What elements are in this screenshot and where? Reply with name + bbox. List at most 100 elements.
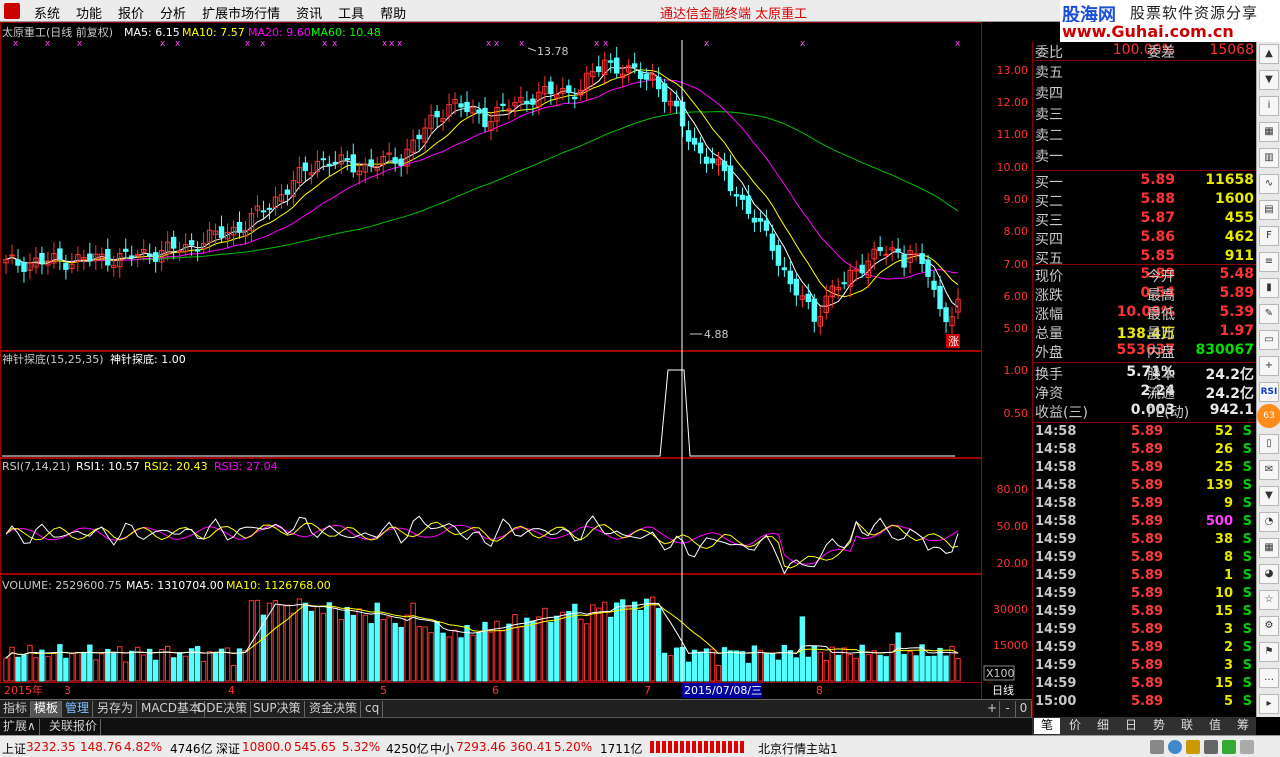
chart-canvas[interactable]: xxxxxxxxxxxxxxxxxxxx 太原重工(日线 前复权) MA5: 6…	[0, 22, 1032, 699]
signal-marker: x	[77, 39, 83, 49]
volume-bar	[236, 648, 243, 682]
zoom-control[interactable]: 0	[1016, 701, 1032, 717]
quote-tab[interactable]: 值	[1202, 718, 1228, 734]
globe-icon[interactable]	[1168, 740, 1182, 754]
bid-volume: 1600	[1215, 191, 1254, 207]
quote-tab[interactable]: 联	[1174, 718, 1200, 734]
toolbar-doc-icon[interactable]: ▯	[1259, 434, 1279, 454]
ask-row[interactable]: 卖二	[1033, 125, 1257, 144]
tick-row: 14:59 5.89 15 S	[1033, 604, 1257, 622]
indicator-tab[interactable]: 资金决策	[306, 701, 362, 717]
toolbar-rsi-button[interactable]: RSI	[1259, 382, 1279, 402]
zx-label: 中小	[430, 742, 455, 756]
toolbar-end-icon[interactable]: ▸	[1259, 694, 1279, 714]
menu-info[interactable]: 资讯	[288, 3, 330, 22]
ask-row[interactable]: 卖三	[1033, 104, 1257, 123]
toolbar-down-icon[interactable]: ▼	[1259, 70, 1279, 90]
toolbar-badge[interactable]: 63	[1257, 404, 1280, 428]
menu-quote[interactable]: 报价	[110, 3, 152, 22]
quote-tab[interactable]: 价	[1062, 718, 1088, 734]
chat-icon[interactable]	[1222, 740, 1236, 754]
candle-body	[146, 253, 153, 258]
toolbar-tool-icon[interactable]: ✎	[1259, 304, 1279, 324]
kline-chart[interactable]: xxxxxxxxxxxxxxxxxxxx 太原重工(日线 前复权) MA5: 6…	[0, 22, 1032, 699]
signal-marker: x	[519, 39, 525, 49]
network-icon[interactable]	[1150, 740, 1164, 754]
ask-row[interactable]: 卖四	[1033, 83, 1257, 102]
rsi-tick: 50.00	[997, 520, 1029, 533]
toolbar-info-icon[interactable]: i	[1259, 96, 1279, 116]
menu-analysis[interactable]: 分析	[152, 3, 194, 22]
bid-row[interactable]: 买三 5.87 455	[1033, 210, 1257, 229]
toolbar-kline-icon[interactable]: ▥	[1259, 148, 1279, 168]
bid-row[interactable]: 买一 5.89 11658	[1033, 172, 1257, 191]
toolbar-mail-icon[interactable]: ✉	[1259, 460, 1279, 480]
menu-tools[interactable]: 工具	[330, 3, 372, 22]
menu-help[interactable]: 帮助	[372, 3, 414, 22]
indicator-tab[interactable]: 模板	[31, 701, 63, 717]
zx-change: 360.41	[510, 740, 552, 754]
vol-tick: 15000	[993, 639, 1028, 652]
ask-row[interactable]: 卖五	[1033, 62, 1257, 81]
stat-label: 现价	[1035, 269, 1063, 285]
ma20-label: MA20: 9.60	[248, 26, 311, 39]
zoom-control[interactable]: +	[984, 701, 1000, 717]
quote-tab[interactable]: 筹	[1230, 718, 1256, 734]
indicator-tab[interactable]: DDE决策	[194, 701, 252, 717]
indicator-tab[interactable]: 指标	[0, 701, 32, 717]
toolbar-window-icon[interactable]: ▭	[1259, 330, 1279, 350]
finance-row: 净资 2.24 流通 24.2亿	[1033, 383, 1257, 402]
signal-marker: x	[955, 39, 961, 49]
indicator-tab[interactable]: SUP决策	[250, 701, 305, 717]
toolbar-plus-icon[interactable]: +	[1259, 356, 1279, 376]
toolbar-bar-icon[interactable]: ▮	[1259, 278, 1279, 298]
zoom-control[interactable]: -	[1000, 701, 1016, 717]
toolbar-list-icon[interactable]: ≡	[1259, 252, 1279, 272]
toolbar-table-icon[interactable]: ▦	[1259, 538, 1279, 558]
bid-row[interactable]: 买四 5.86 462	[1033, 229, 1257, 248]
toolbar-line-icon[interactable]: ∿	[1259, 174, 1279, 194]
quote-tab[interactable]: 势	[1146, 718, 1172, 734]
period-label[interactable]: 日线	[992, 683, 1014, 697]
candle-body	[901, 254, 907, 268]
volume-bar	[620, 599, 626, 682]
volume-bar	[835, 654, 841, 682]
toolbar-flag-icon[interactable]: ⚑	[1259, 642, 1279, 662]
tab-related-quote[interactable]: 关联报价	[46, 719, 102, 735]
menu-system[interactable]: 系统	[26, 3, 68, 22]
xaxis-label: 7	[644, 684, 651, 697]
indicator-tab[interactable]: 另存为	[94, 701, 138, 717]
lock-icon[interactable]	[1204, 740, 1218, 754]
toolbar-clock-icon[interactable]: ◔	[1259, 512, 1279, 532]
brand-banner: 股海网 股票软件资源分享	[1060, 0, 1280, 26]
finance-label: 净资	[1035, 386, 1063, 402]
toolbar-chart-icon[interactable]: ▤	[1259, 200, 1279, 220]
settings-icon[interactable]	[1240, 740, 1254, 754]
toolbar-up-icon[interactable]: ▲	[1259, 44, 1279, 64]
sz-label: 深证	[216, 742, 241, 756]
ask-row[interactable]: 卖一	[1033, 146, 1257, 165]
bid-row[interactable]: 买二 5.88 1600	[1033, 191, 1257, 210]
candle-body	[805, 293, 812, 303]
menu-ext-market[interactable]: 扩展市场行情	[194, 3, 288, 22]
tick-row: 14:59 5.89 3 S	[1033, 622, 1257, 640]
toolbar-grid-icon[interactable]: ▦	[1259, 122, 1279, 142]
toolbar-star-icon[interactable]: ☆	[1259, 590, 1279, 610]
candle-body	[769, 233, 776, 251]
toolbar-settings-icon[interactable]: ⚙	[1259, 616, 1279, 636]
toolbar-pie-icon[interactable]: ◕	[1259, 564, 1279, 584]
quote-tab[interactable]: 细	[1090, 718, 1116, 734]
quote-tab[interactable]: 笔	[1034, 718, 1060, 734]
finance-label2: PE(动)	[1147, 405, 1190, 421]
toolbar-filter-icon[interactable]: ▼	[1259, 486, 1279, 506]
quote-tab[interactable]: 日	[1118, 718, 1144, 734]
indicator-tab[interactable]: cq	[362, 701, 384, 717]
toolbar-f10-icon[interactable]: F	[1259, 226, 1279, 246]
candle-body	[883, 253, 889, 256]
tab-expand[interactable]: 扩展∧	[0, 719, 40, 735]
bell-icon[interactable]	[1186, 740, 1200, 754]
toolbar-more-icon[interactable]: …	[1259, 668, 1279, 688]
signal-marker: x	[494, 39, 500, 49]
indicator-tab[interactable]: 管理	[62, 701, 94, 717]
menu-function[interactable]: 功能	[68, 3, 110, 22]
